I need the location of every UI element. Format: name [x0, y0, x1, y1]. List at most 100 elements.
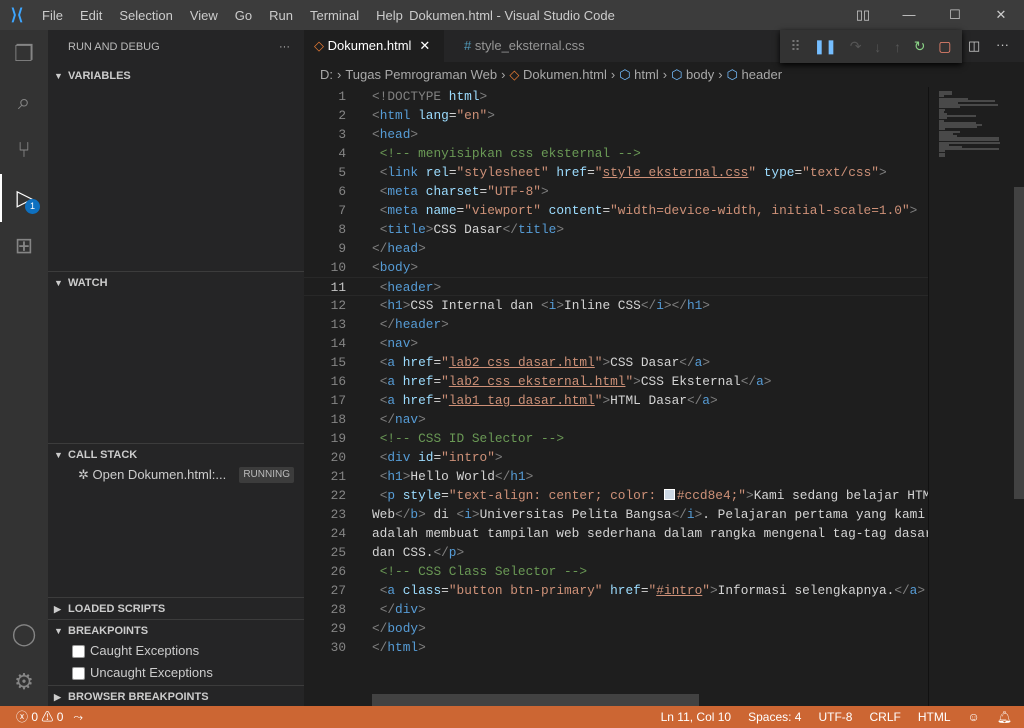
- code-line[interactable]: 13 </header>: [304, 315, 928, 334]
- pause-icon[interactable]: ❚❚: [813, 38, 836, 55]
- encoding[interactable]: UTF-8: [818, 706, 852, 728]
- menu-view[interactable]: View: [190, 8, 218, 23]
- breadcrumb-item[interactable]: Tugas Pemrograman Web: [345, 67, 497, 82]
- indentation[interactable]: Spaces: 4: [748, 706, 801, 728]
- code-line[interactable]: 3 <head>: [304, 125, 928, 144]
- minimize-button[interactable]: —: [886, 0, 932, 30]
- section-watch[interactable]: ▼ WATCH: [48, 271, 304, 293]
- menu-terminal[interactable]: Terminal: [310, 8, 359, 23]
- section-loaded-scripts[interactable]: ▶ LOADED SCRIPTS: [48, 597, 304, 619]
- cursor-position[interactable]: Ln 11, Col 10: [661, 706, 732, 728]
- section-call-stack[interactable]: ▼ CALL STACK: [48, 443, 304, 465]
- code-line[interactable]: 27 <a class="button btn-primary" href="#…: [304, 581, 928, 600]
- code-line[interactable]: 26 <!-- CSS Class Selector -->: [304, 562, 928, 581]
- drag-handle-icon[interactable]: ⠿: [790, 38, 800, 55]
- search-icon[interactable]: ⌕: [0, 78, 48, 126]
- menu-selection[interactable]: Selection: [119, 8, 172, 23]
- code-line[interactable]: 5 <link rel="stylesheet" href="style_eks…: [304, 163, 928, 182]
- code-token: CSS Eksternal: [640, 374, 741, 389]
- live-share-icon[interactable]: ⤳: [73, 706, 83, 728]
- menu-go[interactable]: Go: [235, 8, 252, 23]
- code-line[interactable]: 11 <header>: [304, 277, 928, 296]
- code-line[interactable]: 12 <h1>CSS Internal dan <i>Inline CSS</i…: [304, 296, 928, 315]
- restart-icon[interactable]: ↻: [914, 38, 926, 55]
- code-line[interactable]: 28 </div>: [304, 600, 928, 619]
- code-line[interactable]: 14 <nav>: [304, 334, 928, 353]
- problems-indicator[interactable]: ⓧ 0 ⚠ 0: [16, 706, 63, 728]
- code-token: =: [433, 450, 442, 465]
- line-code: <div id="intro">: [372, 448, 503, 467]
- extensions-icon[interactable]: ⊞: [0, 222, 48, 270]
- menu-run[interactable]: Run: [269, 8, 293, 23]
- code-line[interactable]: 29 </body>: [304, 619, 928, 638]
- code-line[interactable]: 17 <a href="lab1_tag_dasar.html">HTML Da…: [304, 391, 928, 410]
- code-line[interactable]: 25 dan CSS.</p>: [304, 543, 928, 562]
- code-line[interactable]: 22 <p style="text-align: center; color: …: [304, 486, 928, 505]
- tab-style-eksternal-css[interactable]: # style_eksternal.css: [454, 30, 595, 62]
- split-editor-icon[interactable]: ◫: [968, 38, 980, 54]
- maximize-button[interactable]: ☐: [932, 0, 978, 30]
- code-token: ": [441, 355, 449, 370]
- menu-edit[interactable]: Edit: [80, 8, 102, 23]
- code-line[interactable]: 1 <!DOCTYPE html>: [304, 87, 928, 106]
- code-line[interactable]: 30 </html>: [304, 638, 928, 657]
- breadcrumb-item[interactable]: html: [634, 67, 659, 82]
- code-line[interactable]: 10 <body>: [304, 258, 928, 277]
- line-ending[interactable]: CRLF: [869, 706, 900, 728]
- horizontal-scrollbar[interactable]: [372, 694, 699, 706]
- caught-exceptions-checkbox[interactable]: Caught Exceptions: [72, 640, 199, 662]
- code-line[interactable]: 24 adalah membuat tampilan web sederhana …: [304, 524, 928, 543]
- code-line[interactable]: 2 <html lang="en">: [304, 106, 928, 125]
- code-line[interactable]: 8 <title>CSS Dasar</title>: [304, 220, 928, 239]
- section-browser-breakpoints[interactable]: ▶ BROWSER BREAKPOINTS: [48, 685, 304, 707]
- vertical-scrollbar[interactable]: [1014, 187, 1024, 499]
- close-tab-icon[interactable]: ✕: [419, 38, 430, 53]
- breadcrumb-item[interactable]: header: [742, 67, 782, 82]
- code-line[interactable]: 20 <div id="intro">: [304, 448, 928, 467]
- code-line[interactable]: 6 <meta charset="UTF-8">: [304, 182, 928, 201]
- call-stack-item[interactable]: ✲ Open Dokumen.html:... RUNNING: [48, 464, 304, 486]
- section-variables[interactable]: ▼ VARIABLES: [48, 65, 304, 87]
- close-button[interactable]: ✕: [978, 0, 1024, 30]
- code-token: CSS Dasar: [610, 355, 680, 370]
- code-line[interactable]: 16 <a href="lab2_css_eksternal.html">CSS…: [304, 372, 928, 391]
- code-line[interactable]: 7 <meta name="viewport" content="width=d…: [304, 201, 928, 220]
- section-breakpoints[interactable]: ▼ BREAKPOINTS: [48, 619, 304, 641]
- tab-dokumen-html[interactable]: ◇ Dokumen.html ✕: [304, 30, 444, 62]
- language-mode[interactable]: HTML: [918, 706, 951, 728]
- account-icon[interactable]: ◯: [0, 610, 48, 658]
- code-line[interactable]: 18 </nav>: [304, 410, 928, 429]
- explorer-icon[interactable]: ❐: [0, 30, 48, 78]
- minimap[interactable]: [928, 87, 1024, 706]
- step-over-icon[interactable]: ↷: [850, 38, 862, 55]
- stop-icon[interactable]: ▢: [938, 38, 951, 55]
- menu-file[interactable]: File: [42, 8, 63, 23]
- more-actions-icon[interactable]: ···: [279, 30, 290, 65]
- source-control-icon[interactable]: ⑂: [0, 126, 48, 174]
- code-editor[interactable]: 1 <!DOCTYPE html> 2 <html lang="en"> 3 <head>…: [304, 87, 928, 706]
- settings-gear-icon[interactable]: ⚙: [0, 658, 48, 706]
- feedback-icon[interactable]: ☺: [968, 706, 980, 728]
- line-number: 17: [330, 393, 346, 408]
- breadcrumb-item[interactable]: D:: [320, 67, 333, 82]
- layout-icon[interactable]: ▯▯: [840, 0, 886, 30]
- code-line[interactable]: 19 <!-- CSS ID Selector -->: [304, 429, 928, 448]
- step-out-icon[interactable]: ↑: [894, 39, 901, 55]
- more-icon[interactable]: ···: [996, 37, 1009, 52]
- code-token: <: [540, 298, 549, 313]
- step-into-icon[interactable]: ↓: [874, 39, 881, 55]
- color-swatch[interactable]: [663, 489, 675, 500]
- uncaught-exceptions-checkbox[interactable]: Uncaught Exceptions: [72, 662, 213, 684]
- run-debug-icon[interactable]: ▷ 1: [0, 174, 48, 222]
- code-line[interactable]: 23 Web</b> di <i>Universitas Pelita Bangs…: [304, 505, 928, 524]
- breadcrumb-item[interactable]: body: [686, 67, 714, 82]
- code-line[interactable]: 15 <a href="lab2_css_dasar.html">CSS Das…: [304, 353, 928, 372]
- code-token: nav: [395, 412, 419, 427]
- menu-help[interactable]: Help: [376, 8, 403, 23]
- notifications-bell-icon[interactable]: 🔔︎: [997, 706, 1012, 728]
- code-line[interactable]: 4 <!-- menyisipkan css eksternal -->: [304, 144, 928, 163]
- code-line[interactable]: 21 <h1>Hello World</h1>: [304, 467, 928, 486]
- code-line[interactable]: 9 </head>: [304, 239, 928, 258]
- breadcrumb-item[interactable]: Dokumen.html: [523, 67, 607, 82]
